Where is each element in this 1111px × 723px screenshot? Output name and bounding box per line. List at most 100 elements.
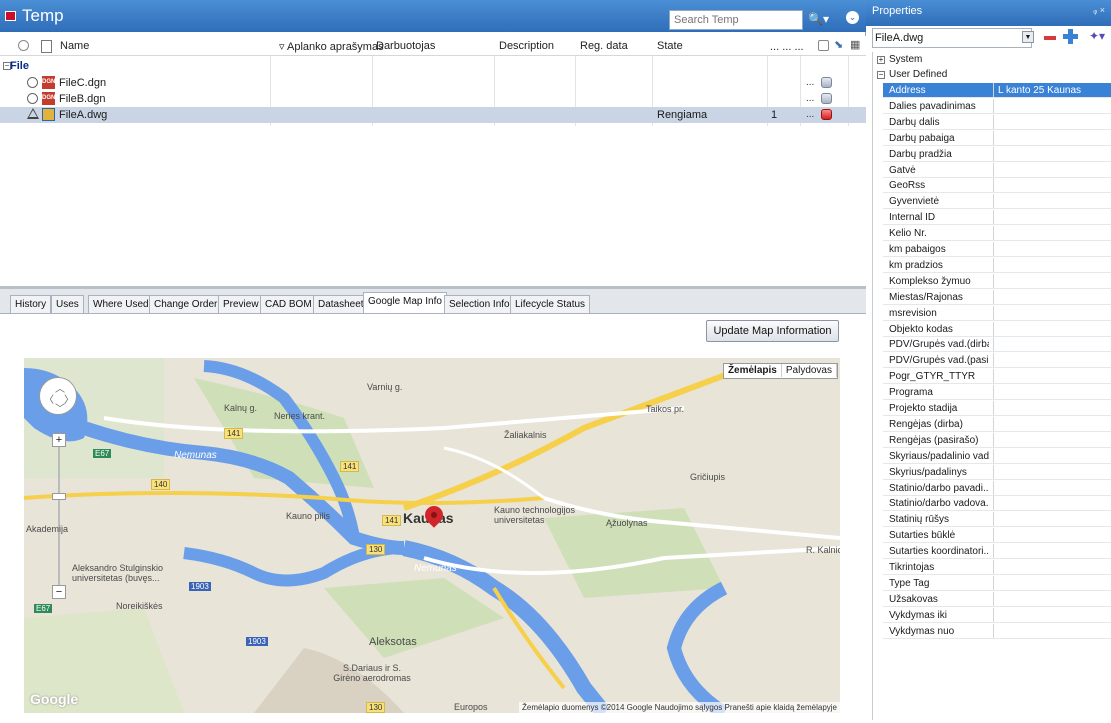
property-value[interactable] xyxy=(993,337,1111,352)
property-value[interactable] xyxy=(993,146,1111,161)
map-type-map[interactable]: Žemėlapis xyxy=(724,364,782,377)
property-row[interactable]: Gatvė xyxy=(883,162,1111,178)
map-attribution[interactable]: Žemėlapio duomenys ©2014 Google Naudojim… xyxy=(519,702,840,713)
column-state[interactable]: State xyxy=(657,40,683,52)
property-row[interactable]: Skyrius/padalinys xyxy=(883,464,1111,480)
map-view[interactable]: ŽemėlapisPalydovas ︿ 〈 〉 ﹀ + − Kaunas Ka… xyxy=(24,358,840,713)
collapse-icon[interactable]: − xyxy=(877,71,885,79)
table-row-selected[interactable]: FileA.dwg Rengiama 1 ... xyxy=(0,107,866,123)
property-row[interactable]: Programa xyxy=(883,385,1111,401)
column-description[interactable]: Description xyxy=(499,40,554,52)
tab-change-order[interactable]: Change Order xyxy=(149,295,223,314)
object-combobox[interactable]: FileA.dwg xyxy=(872,28,1032,48)
tab-uses[interactable]: Uses xyxy=(51,295,84,314)
property-row[interactable]: PDV/Grupės vad.(pasir... xyxy=(883,353,1111,369)
tab-history[interactable]: History xyxy=(10,295,52,314)
property-value[interactable] xyxy=(993,432,1111,447)
select-all-radio[interactable] xyxy=(18,40,29,51)
property-row[interactable]: Komplekso žymuo xyxy=(883,273,1111,289)
property-value[interactable] xyxy=(993,114,1111,129)
property-value[interactable] xyxy=(993,257,1111,272)
category-user-defined[interactable]: − User Defined xyxy=(873,67,1111,83)
property-row[interactable]: Sutarties koordinatori... xyxy=(883,544,1111,560)
dropdown-arrow-icon[interactable]: ▼ xyxy=(1022,31,1034,43)
property-row[interactable]: Rengėjas (pasirašo) xyxy=(883,432,1111,448)
property-row[interactable]: Internal ID xyxy=(883,210,1111,226)
property-row[interactable]: Statinio/darbo vadova... xyxy=(883,496,1111,512)
property-row[interactable]: Address L kanto 25 Kaunas xyxy=(883,83,1111,98)
property-value[interactable] xyxy=(993,512,1111,527)
group-row-file[interactable]: − File xyxy=(0,58,866,74)
row-radio[interactable] xyxy=(27,93,38,104)
property-row[interactable]: Statinio/darbo pavadi... xyxy=(883,480,1111,496)
property-row[interactable]: Projekto stadija xyxy=(883,401,1111,416)
tab-datasheet[interactable]: Datasheet xyxy=(313,295,369,314)
pan-down-icon[interactable]: ﹀ xyxy=(55,400,65,415)
property-value[interactable] xyxy=(993,464,1111,479)
column-darbuotojas[interactable]: Darbuotojas xyxy=(376,40,435,52)
expand-icon[interactable]: + xyxy=(877,56,885,64)
property-value[interactable] xyxy=(993,607,1111,622)
property-row[interactable]: Darbų dalis xyxy=(883,114,1111,130)
property-row[interactable]: Sutarties būklė xyxy=(883,528,1111,544)
property-row[interactable]: Statinių rūšys xyxy=(883,512,1111,528)
property-value[interactable] xyxy=(993,385,1111,400)
table-row[interactable]: DGN FileB.dgn ... xyxy=(0,91,866,107)
column-reg-data[interactable]: Reg. data xyxy=(580,40,628,52)
property-value[interactable]: L kanto 25 Kaunas xyxy=(993,83,1111,97)
property-value[interactable] xyxy=(993,528,1111,543)
property-value[interactable] xyxy=(993,226,1111,241)
property-value[interactable] xyxy=(993,162,1111,177)
property-value[interactable] xyxy=(993,591,1111,606)
table-row[interactable]: DGN FileC.dgn ... xyxy=(0,75,866,91)
zoom-slider-handle[interactable] xyxy=(52,493,66,500)
property-row[interactable]: Gyvenvietė xyxy=(883,194,1111,210)
property-value[interactable] xyxy=(993,289,1111,304)
property-row[interactable]: Kelio Nr. xyxy=(883,226,1111,242)
column-extra[interactable]: ... ... ... xyxy=(770,41,804,53)
property-row[interactable]: Darbų pabaiga xyxy=(883,130,1111,146)
property-value[interactable] xyxy=(993,496,1111,511)
property-row[interactable]: Tikrintojas xyxy=(883,560,1111,575)
zoom-in-button[interactable]: + xyxy=(52,433,66,447)
property-value[interactable] xyxy=(993,130,1111,145)
property-row[interactable]: Vykdymas nuo xyxy=(883,623,1111,639)
property-row[interactable]: msrevision xyxy=(883,305,1111,321)
property-row[interactable]: Rengėjas (dirba) xyxy=(883,416,1111,432)
select-all-checkbox[interactable] xyxy=(818,40,829,51)
chevron-down-icon[interactable]: ⌄ xyxy=(846,11,859,24)
property-value[interactable] xyxy=(993,242,1111,256)
property-row[interactable]: Type Tag xyxy=(883,575,1111,591)
property-row[interactable]: Dalies pavadinimas xyxy=(883,98,1111,114)
zoom-slider-track[interactable] xyxy=(58,447,60,585)
tab-preview[interactable]: Preview xyxy=(218,295,264,314)
property-row[interactable]: PDV/Grupės vad.(dirba) xyxy=(883,337,1111,353)
property-value[interactable] xyxy=(993,416,1111,431)
property-value[interactable] xyxy=(993,575,1111,590)
remove-icon[interactable] xyxy=(1044,36,1056,40)
add-icon[interactable] xyxy=(1062,28,1079,45)
search-options-icon[interactable]: 🔍▾ xyxy=(808,12,834,28)
property-value[interactable] xyxy=(993,321,1111,336)
search-input[interactable] xyxy=(669,10,803,30)
property-row[interactable]: Užsakovas xyxy=(883,591,1111,607)
property-row[interactable]: Vykdymas iki xyxy=(883,607,1111,623)
map-type-satellite[interactable]: Palydovas xyxy=(782,364,837,377)
property-row[interactable]: GeoRss xyxy=(883,178,1111,194)
property-row[interactable]: Objekto kodas xyxy=(883,321,1111,337)
property-value[interactable] xyxy=(993,448,1111,463)
pan-left-icon[interactable]: 〈 xyxy=(44,391,54,406)
tab-where-used[interactable]: Where Used xyxy=(88,295,154,314)
grid-icon[interactable]: ▦ xyxy=(850,38,860,51)
property-value[interactable] xyxy=(993,401,1111,415)
property-value[interactable] xyxy=(993,369,1111,384)
tab-cad-bom[interactable]: CAD BOM xyxy=(260,295,317,314)
property-value[interactable] xyxy=(993,178,1111,193)
column-name[interactable]: Name xyxy=(60,40,89,52)
property-row[interactable]: km pradzios xyxy=(883,257,1111,273)
property-value[interactable] xyxy=(993,544,1111,559)
property-row[interactable]: Darbų pradžia xyxy=(883,146,1111,162)
column-aplanko[interactable]: ▿ Aplanko aprašymas xyxy=(279,40,384,53)
zoom-out-button[interactable]: − xyxy=(52,585,66,599)
property-value[interactable] xyxy=(993,273,1111,288)
